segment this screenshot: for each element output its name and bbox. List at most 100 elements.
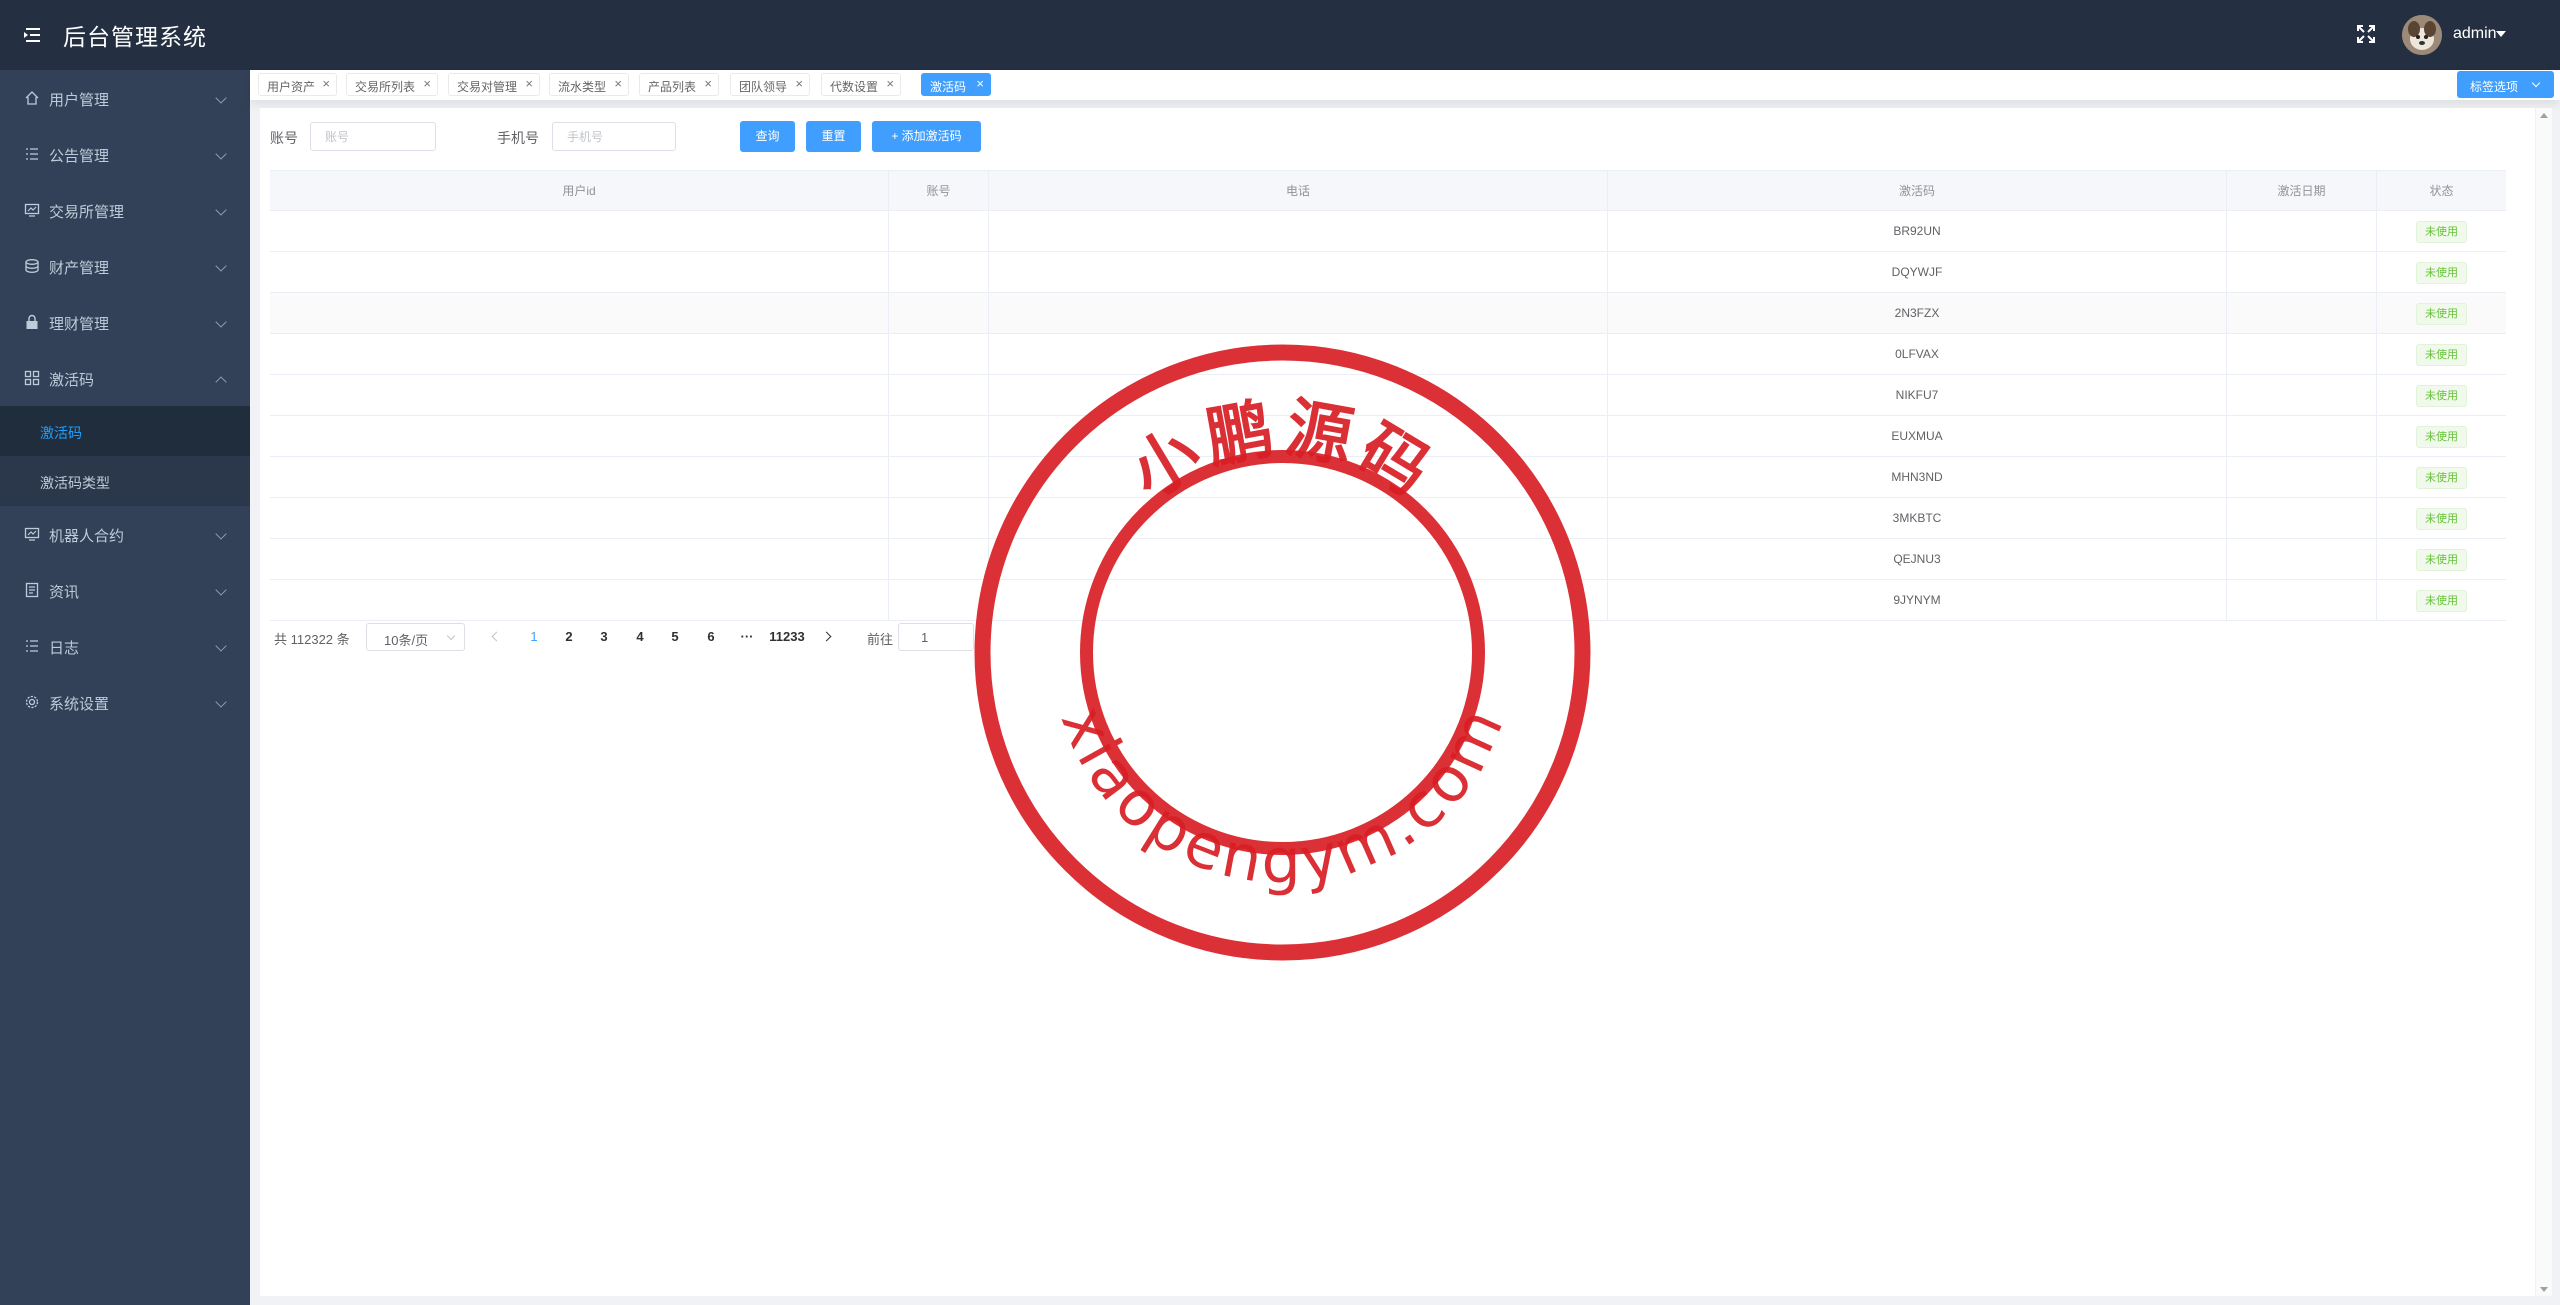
reset-button[interactable]: 重置 (806, 121, 861, 152)
tab-activation-code[interactable]: 激活码 × (921, 73, 991, 96)
cell-activation-date (2227, 293, 2377, 333)
table-row: MHN3ND 未使用 (270, 457, 2506, 498)
cell-activation-date (2227, 375, 2377, 415)
tab-user-assets[interactable]: 用户资产 × (258, 73, 337, 96)
scroll-up-icon[interactable] (2540, 113, 2548, 118)
pagination-total: 共 112322 条 (274, 632, 350, 647)
close-icon[interactable]: × (322, 77, 330, 91)
page-number-3[interactable]: 3 (598, 629, 610, 644)
cell-activation-code: NIKFU7 (1608, 375, 2227, 415)
chevron-down-icon (446, 631, 456, 641)
tab-team-leaders[interactable]: 团队领导 × (730, 73, 810, 96)
caret-down-icon[interactable] (2496, 31, 2506, 37)
table-row: BR92UN 未使用 (270, 211, 2506, 252)
cell-activation-code: 3MKBTC (1608, 498, 2227, 538)
column-header-phone: 电话 (989, 171, 1608, 212)
scrollbar[interactable] (2536, 108, 2552, 1296)
sidebar-item-robot-contract[interactable]: 机器人合约 (0, 506, 250, 562)
account-input[interactable] (310, 122, 436, 151)
close-icon[interactable]: × (886, 77, 894, 91)
username[interactable]: admin (2453, 25, 2497, 43)
sidebar-subitem-activation-code[interactable]: 激活码 (0, 406, 250, 456)
tab-generation-settings[interactable]: 代数设置 × (821, 73, 901, 96)
table-row: 0LFVAX 未使用 (270, 334, 2506, 375)
page-number-4[interactable]: 4 (634, 629, 646, 644)
sidebar-item-news[interactable]: 资讯 (0, 562, 250, 618)
sidebar-item-system-settings[interactable]: 系统设置 (0, 674, 250, 730)
column-header-status: 状态 (2429, 184, 2454, 198)
cell-activation-code: DQYWJF (1608, 252, 2227, 292)
cell-user-id (270, 498, 889, 538)
sidebar-item-assets[interactable]: 财产管理 (0, 238, 250, 294)
page-size-select[interactable]: 10条/页 (366, 623, 465, 651)
cell-activation-code: 9JYNYM (1608, 580, 2227, 620)
status-badge: 未使用 (2416, 507, 2467, 530)
tab-exchange-list[interactable]: 交易所列表 × (346, 73, 438, 96)
table-row: QEJNU3 未使用 (270, 539, 2506, 580)
close-icon[interactable]: × (976, 77, 984, 91)
close-icon[interactable]: × (795, 77, 803, 91)
coins-icon (24, 258, 40, 274)
page-number-last[interactable]: 11233 (767, 629, 807, 644)
sidebar-item-announcements[interactable]: 公告管理 (0, 126, 250, 182)
cell-activation-code: MHN3ND (1608, 457, 2227, 497)
column-header-activation-date: 激活日期 (2227, 171, 2377, 212)
sidebar-item-finance[interactable]: 理财管理 (0, 294, 250, 350)
scroll-down-icon[interactable] (2540, 1287, 2548, 1292)
cell-activation-code: QEJNU3 (1608, 539, 2227, 579)
monitor-icon (24, 202, 40, 218)
menu-fold-icon[interactable] (20, 22, 46, 48)
sidebar-item-exchanges[interactable]: 交易所管理 (0, 182, 250, 238)
sidebar-item-label: 资讯 (49, 584, 80, 601)
cell-activation-date (2227, 498, 2377, 538)
cell-activation-code: EUXMUA (1608, 416, 2227, 456)
page-number-1[interactable]: 1 (528, 629, 540, 644)
goto-page-input[interactable] (898, 623, 974, 651)
sidebar-item-label: 用户管理 (49, 92, 110, 109)
lock-icon (24, 314, 40, 330)
status-badge: 未使用 (2416, 548, 2467, 571)
tab-label: 代数设置 (830, 80, 879, 94)
close-icon[interactable]: × (423, 77, 431, 91)
cell-user-id (270, 211, 889, 251)
tab-flow-types[interactable]: 流水类型 × (549, 73, 629, 96)
next-page-button[interactable] (821, 629, 837, 645)
sidebar-item-user-management[interactable]: 用户管理 (0, 70, 250, 126)
page-ellipsis[interactable]: ··· (737, 629, 757, 644)
cell-activation-code: 0LFVAX (1608, 334, 2227, 374)
cell-phone (989, 334, 1608, 374)
sidebar-item-label: 日志 (49, 640, 80, 657)
status-badge: 未使用 (2416, 425, 2467, 448)
sidebar-item-activation-codes[interactable]: 激活码 (0, 350, 250, 406)
sidebar-item-label: 交易所管理 (49, 204, 125, 221)
search-button[interactable]: 查询 (740, 121, 795, 152)
tag-options-button[interactable]: 标签选项 (2457, 71, 2554, 98)
cell-phone (989, 252, 1608, 292)
avatar[interactable] (2402, 15, 2442, 55)
cell-activation-date (2227, 416, 2377, 456)
close-icon[interactable]: × (525, 77, 533, 91)
fullscreen-icon[interactable] (2354, 22, 2378, 46)
tab-product-list[interactable]: 产品列表 × (639, 73, 719, 96)
sidebar-item-label: 公告管理 (49, 148, 110, 165)
cell-account (889, 539, 989, 579)
page-number-6[interactable]: 6 (705, 629, 717, 644)
close-icon[interactable]: × (614, 77, 622, 91)
chevron-down-icon (2531, 78, 2541, 88)
table-row: NIKFU7 未使用 (270, 375, 2506, 416)
prev-page-button[interactable] (487, 629, 503, 645)
page-number-5[interactable]: 5 (669, 629, 681, 644)
tab-trading-pairs[interactable]: 交易对管理 × (448, 73, 540, 96)
page-number-2[interactable]: 2 (563, 629, 575, 644)
cell-user-id (270, 293, 889, 333)
sidebar-subitem-activation-code-type[interactable]: 激活码类型 (0, 456, 250, 506)
tab-label: 团队领导 (739, 80, 788, 94)
close-icon[interactable]: × (704, 77, 712, 91)
add-activation-code-button[interactable]: + 添加激活码 (872, 121, 981, 152)
cell-account (889, 375, 989, 415)
phone-input[interactable] (552, 122, 676, 151)
tab-label: 交易所列表 (355, 80, 416, 94)
cell-phone (989, 539, 1608, 579)
sidebar-item-logs[interactable]: 日志 (0, 618, 250, 674)
home-icon (24, 90, 40, 106)
